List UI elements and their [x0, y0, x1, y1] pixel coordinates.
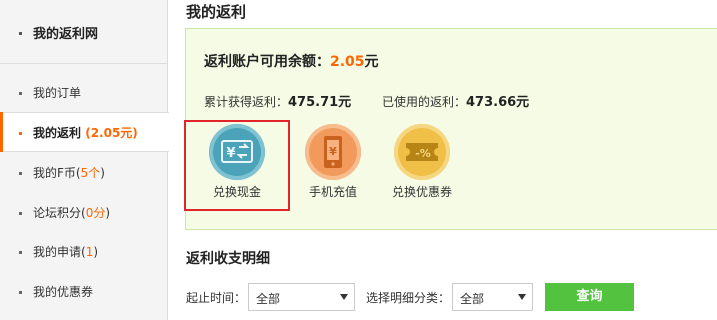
fcoin-count-badge: 5个	[80, 166, 101, 180]
used-value: 473.66元	[466, 95, 530, 110]
sidebar-item-text: 我的申请(1)	[33, 243, 98, 260]
category-select[interactable]: 全部	[452, 283, 533, 311]
coupon-option[interactable]: -% 兑换优惠券	[377, 124, 467, 204]
sidebar: 我的返利网 我的订单 我的返利 (2.05元) 我的F币(5个) 论坛积分(0分…	[0, 0, 169, 320]
phone-recharge-glyph: ¥	[324, 136, 342, 168]
sidebar-item-label: 我的返利	[33, 126, 82, 140]
details-section-title: 返利收支明细	[186, 251, 270, 267]
sidebar-item-label: 我的申请	[33, 245, 82, 259]
sidebar-item-label: 论坛积分	[33, 206, 82, 220]
sidebar-item-applications[interactable]: 我的申请(1)	[0, 232, 167, 272]
bullet-icon	[19, 92, 22, 95]
phone-recharge-option[interactable]: ¥ 手机充值	[288, 124, 378, 204]
cash-exchange-glyph: ¥	[221, 140, 253, 163]
chevron-down-icon	[340, 294, 348, 300]
bullet-icon	[19, 32, 22, 35]
paren-close: )	[100, 166, 105, 180]
svg-text:-%: -%	[415, 147, 431, 160]
forum-points-badge: 0分	[85, 206, 106, 220]
category-value: 全部	[460, 292, 485, 306]
sidebar-item-text: 论坛积分(0分)	[33, 204, 110, 221]
option-label: 手机充值	[308, 185, 357, 199]
option-label: 兑换现金	[212, 185, 261, 199]
sidebar-item-fcoin[interactable]: 我的F币(5个)	[0, 153, 167, 193]
sidebar-item-orders[interactable]: 我的订单	[0, 73, 167, 113]
sidebar-item-text: 我的F币(5个)	[33, 164, 105, 181]
sidebar-item-forum-points[interactable]: 论坛积分(0分)	[0, 193, 167, 233]
date-range-label: 起止时间：	[186, 291, 247, 305]
balance-unit: 元	[364, 54, 379, 70]
page-title: 我的返利	[186, 3, 247, 21]
svg-text:¥: ¥	[226, 146, 235, 161]
rebate-amount-badge: (2.05元)	[85, 126, 138, 140]
balance-label: 返利账户可用余额：	[204, 54, 330, 70]
bullet-icon	[19, 291, 22, 294]
sidebar-item-label: 我的订单	[33, 86, 82, 100]
bullet-icon	[19, 132, 22, 135]
sidebar-item-text: 我的返利 (2.05元)	[33, 124, 138, 141]
balance-line: 返利账户可用余额：2.05元	[204, 51, 379, 71]
cash-exchange-icon: ¥	[209, 124, 265, 180]
phone-recharge-icon: ¥	[305, 124, 361, 180]
sidebar-item-coupons[interactable]: 我的优惠券	[0, 272, 167, 312]
coupon-glyph: -%	[406, 143, 438, 161]
chevron-down-icon	[518, 294, 526, 300]
active-indicator	[0, 112, 3, 152]
query-button[interactable]: 查询	[545, 283, 634, 311]
earned-label: 累计获得返利：	[204, 95, 289, 109]
date-range-select[interactable]: 全部	[248, 283, 355, 311]
used-stat: 已使用的返利：473.66元	[382, 91, 529, 110]
coupon-icon: -%	[394, 124, 450, 180]
sidebar-item-label: 我的优惠券	[33, 285, 94, 299]
used-label: 已使用的返利：	[382, 95, 467, 109]
balance-amount: 2.05	[330, 54, 365, 70]
bullet-icon	[19, 251, 22, 254]
svg-text:¥: ¥	[329, 145, 337, 158]
sidebar-header[interactable]: 我的返利网	[0, 0, 167, 64]
paren-close: )	[105, 206, 111, 220]
sidebar-item-label: 我的F币	[33, 166, 76, 180]
sidebar-header-label: 我的返利网	[33, 27, 99, 42]
paren-close: )	[93, 245, 99, 259]
sidebar-item-rebate[interactable]: 我的返利 (2.05元)	[0, 112, 169, 152]
option-label: 兑换优惠券	[391, 185, 452, 199]
exchange-cash-option[interactable]: ¥ 兑换现金	[192, 124, 282, 204]
bullet-icon	[19, 172, 22, 175]
category-label: 选择明细分类：	[366, 291, 451, 305]
earned-value: 475.71元	[288, 95, 352, 110]
earned-stat: 累计获得返利：475.71元	[204, 91, 351, 110]
bullet-icon	[19, 212, 22, 215]
date-range-value: 全部	[256, 292, 281, 306]
